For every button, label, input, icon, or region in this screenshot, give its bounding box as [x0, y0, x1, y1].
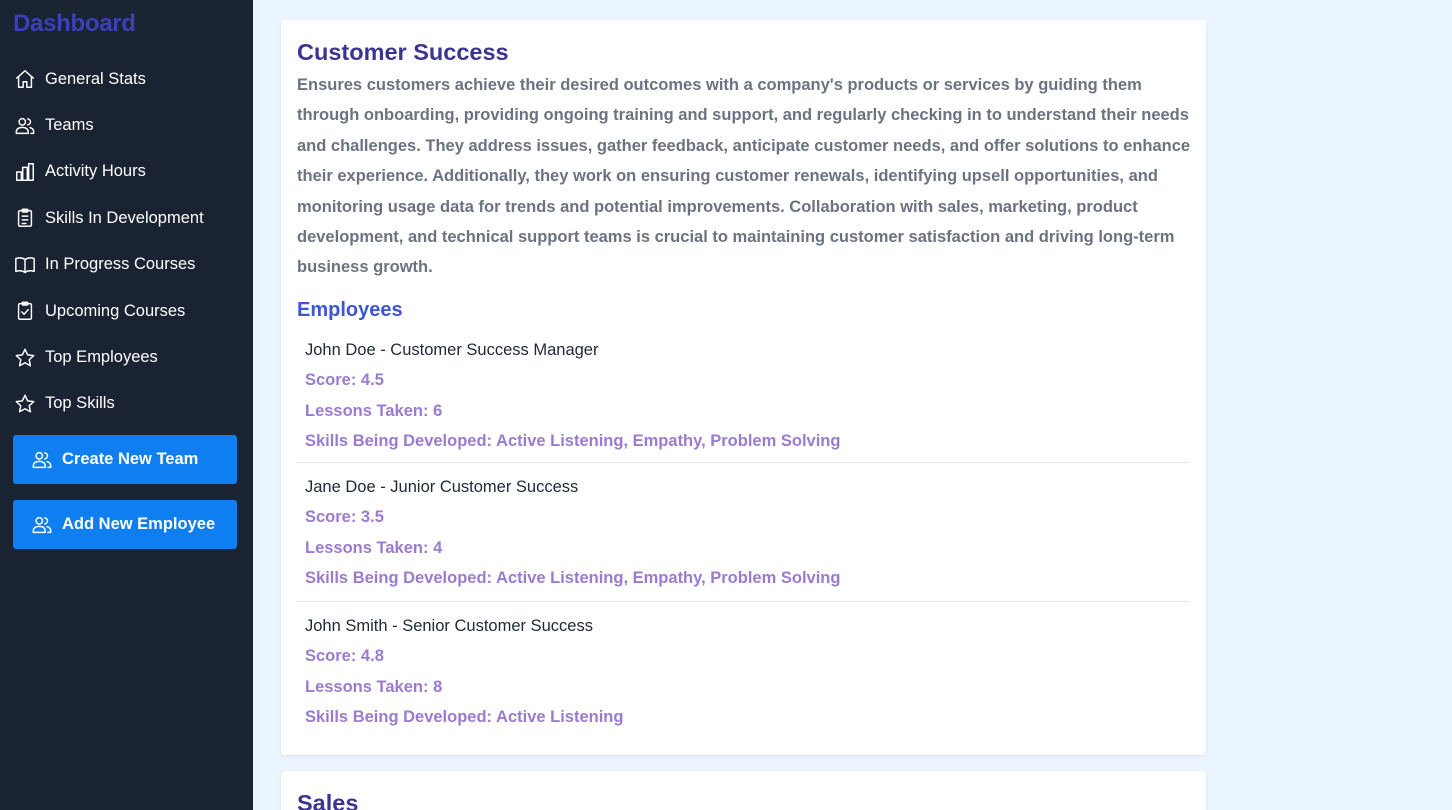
clipboard-list-icon	[13, 206, 37, 230]
sidebar-item-label: Top Skills	[45, 394, 115, 413]
employee-score: Score: 4.5	[305, 371, 384, 390]
sidebar-item-label: Activity Hours	[45, 162, 146, 181]
sidebar-item-label: Skills In Development	[45, 208, 204, 227]
bar-chart-icon	[13, 160, 37, 184]
employee-skills: Skills Being Developed: Active Listening	[305, 708, 624, 727]
users-icon	[13, 114, 37, 138]
sidebar-item-in-progress-courses[interactable]: In Progress Courses	[13, 242, 239, 288]
clipboard-check-icon	[13, 299, 37, 323]
employee-lessons: Lessons Taken: 6	[305, 401, 443, 420]
employee-lessons: Lessons Taken: 4	[305, 538, 443, 557]
users-icon	[31, 513, 55, 537]
list-item[interactable]: Jane Doe - Junior Customer Success Score…	[297, 463, 1190, 602]
star-icon	[13, 392, 37, 416]
team-title: Sales	[297, 790, 359, 810]
add-new-employee-button[interactable]: Add New Employee	[13, 500, 237, 549]
employee-score: Score: 3.5	[305, 508, 384, 527]
employee-name: John Doe - Customer Success Manager	[305, 341, 599, 359]
team-title: Customer Success	[297, 39, 509, 65]
team-card-sales: Sales	[281, 771, 1206, 810]
sidebar-item-label: Teams	[45, 116, 94, 135]
employee-list: John Doe - Customer Success Manager Scor…	[297, 333, 1190, 733]
sidebar-item-label: In Progress Courses	[45, 255, 196, 274]
list-item[interactable]: John Smith - Senior Customer Success Sco…	[297, 602, 1190, 733]
list-item[interactable]: John Doe - Customer Success Manager Scor…	[297, 333, 1190, 463]
star-icon	[13, 346, 37, 370]
home-icon	[13, 67, 37, 91]
button-label: Add New Employee	[62, 515, 216, 533]
sidebar: Dashboard General Stats Teams Activity H…	[0, 0, 253, 810]
employee-name: John Smith - Senior Customer Success	[305, 617, 593, 635]
sidebar-item-general-stats[interactable]: General Stats	[13, 56, 239, 102]
team-description: Ensures customers achieve their desired …	[297, 76, 1191, 277]
button-label: Create New Team	[62, 450, 199, 468]
sidebar-item-skills-in-development[interactable]: Skills In Development	[13, 195, 239, 241]
dashboard-brand[interactable]: Dashboard	[13, 10, 136, 38]
employee-score: Score: 4.8	[305, 647, 384, 666]
sidebar-item-top-skills[interactable]: Top Skills	[13, 381, 239, 427]
sidebar-item-top-employees[interactable]: Top Employees	[13, 334, 239, 380]
team-card: Customer Success Ensures customers achie…	[281, 20, 1206, 755]
book-open-icon	[13, 253, 37, 277]
sidebar-nav: General Stats Teams Activity Hours Skill…	[13, 56, 239, 427]
users-icon	[31, 448, 55, 472]
sidebar-item-activity-hours[interactable]: Activity Hours	[13, 149, 239, 195]
sidebar-item-upcoming-courses[interactable]: Upcoming Courses	[13, 288, 239, 334]
employee-skills: Skills Being Developed: Active Listening…	[305, 569, 841, 588]
sidebar-item-label: Upcoming Courses	[45, 301, 186, 320]
employee-skills: Skills Being Developed: Active Listening…	[305, 432, 841, 451]
employee-name: Jane Doe - Junior Customer Success	[305, 478, 579, 496]
employees-heading: Employees	[297, 299, 403, 321]
create-new-team-button[interactable]: Create New Team	[13, 435, 237, 484]
sidebar-item-teams[interactable]: Teams	[13, 102, 239, 148]
sidebar-item-label: Top Employees	[45, 348, 158, 367]
employee-lessons: Lessons Taken: 8	[305, 677, 443, 696]
sidebar-item-label: General Stats	[45, 69, 146, 88]
